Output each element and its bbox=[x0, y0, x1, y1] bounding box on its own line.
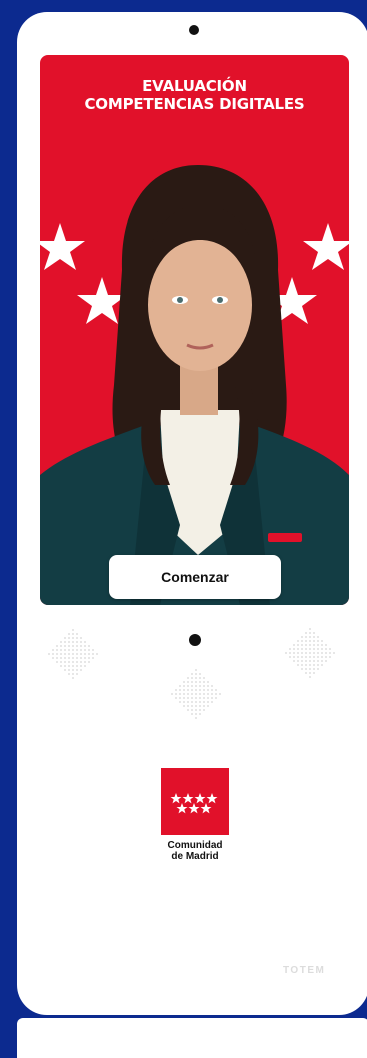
screen-title: EVALUACIÓN COMPETENCIAS DIGITALES bbox=[40, 77, 349, 113]
sensor-icon bbox=[189, 634, 201, 646]
device-brand: TOTEM bbox=[283, 965, 326, 976]
comunidad-madrid-logo bbox=[161, 768, 229, 835]
title-line: COMPETENCIAS DIGITALES bbox=[84, 95, 305, 113]
hero-illustration bbox=[40, 165, 349, 605]
avatar-person bbox=[40, 165, 349, 605]
logo-stars-icon bbox=[170, 793, 218, 814]
logo-wordmark: Comunidad de Madrid bbox=[150, 840, 240, 862]
start-button[interactable]: Comenzar bbox=[109, 555, 281, 599]
kiosk-screen: EVALUACIÓN COMPETENCIAS DIGITALES Comenz… bbox=[40, 55, 349, 605]
star-icon bbox=[303, 223, 349, 270]
star-icon bbox=[40, 223, 85, 270]
title-line: EVALUACIÓN bbox=[142, 77, 247, 95]
logo-line: Comunidad bbox=[167, 840, 223, 851]
logo-line: de Madrid bbox=[171, 851, 219, 862]
camera-icon bbox=[189, 25, 199, 35]
kiosk-base bbox=[17, 1018, 367, 1058]
